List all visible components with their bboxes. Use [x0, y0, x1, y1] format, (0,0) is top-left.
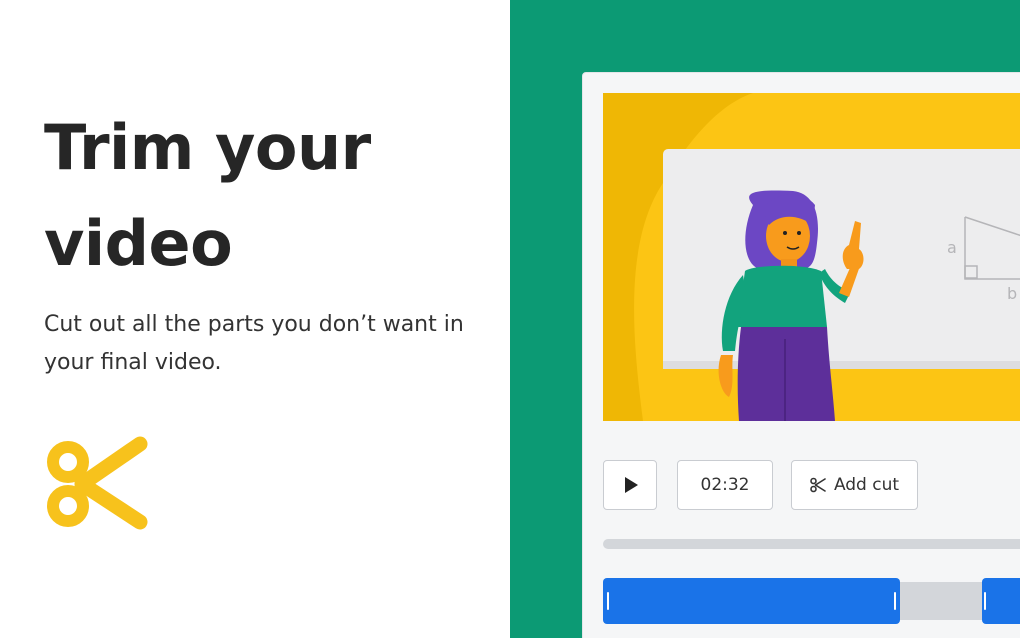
trim-handle-cut-start[interactable]	[894, 592, 896, 610]
teacher-illustration: a b	[603, 93, 1020, 421]
whiteboard-label-b: b	[1007, 284, 1017, 303]
right-panel: a b 02:32 Add cut	[510, 0, 1020, 638]
add-cut-label: Add cut	[833, 475, 900, 495]
timeline-kept-segment[interactable]	[603, 578, 900, 624]
timeline-kept-segment[interactable]	[982, 578, 1020, 624]
time-display[interactable]: 02:32	[677, 460, 773, 510]
scrub-bar[interactable]	[603, 539, 1020, 549]
whiteboard-label-a: a	[947, 238, 957, 257]
trim-handle-start[interactable]	[607, 592, 609, 610]
play-icon	[625, 477, 638, 493]
scissors-icon	[810, 477, 826, 493]
playback-controls: 02:32 Add cut	[603, 460, 1020, 512]
add-cut-button[interactable]: Add cut	[791, 460, 918, 510]
video-preview[interactable]: a b	[603, 93, 1020, 421]
play-button[interactable]	[603, 460, 657, 510]
trim-handle-cut-end[interactable]	[984, 592, 986, 610]
video-editor-card: a b 02:32 Add cut	[582, 72, 1020, 638]
timeline-cut-segment[interactable]	[900, 582, 982, 620]
headline: Trim your video	[44, 111, 371, 280]
subtext: Cut out all the parts you don’t want in …	[44, 312, 464, 375]
scissors-logo-icon	[46, 434, 150, 534]
trim-timeline	[603, 578, 1020, 624]
left-panel: Trim your video Cut out all the parts yo…	[0, 0, 510, 638]
